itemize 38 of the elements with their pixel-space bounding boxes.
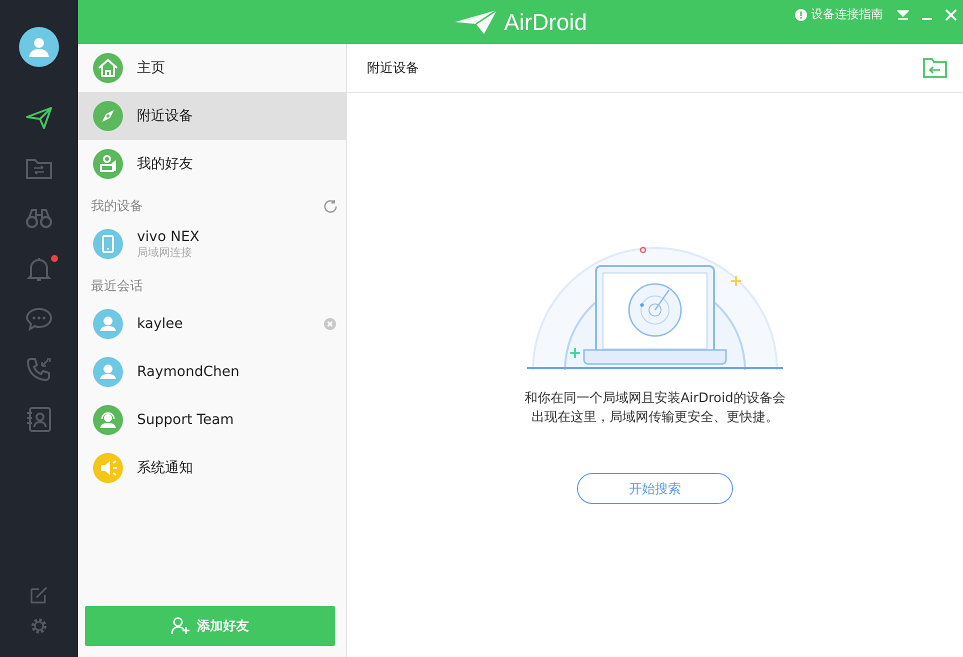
- person-icon: [27, 35, 51, 59]
- refresh-icon[interactable]: [323, 198, 338, 214]
- avatar[interactable]: [19, 27, 59, 67]
- app-title: AirDroid: [504, 8, 588, 36]
- person-icon: [93, 309, 123, 339]
- person-icon: [93, 357, 123, 387]
- phone-icon[interactable]: [25, 355, 53, 383]
- chat-item[interactable]: Support Team: [78, 396, 346, 444]
- nav-item[interactable]: 我的好友: [78, 140, 346, 188]
- settings-icon[interactable]: [29, 616, 49, 636]
- page-title: 附近设备: [367, 60, 419, 77]
- phone-icon: [93, 229, 123, 259]
- home-icon: [93, 53, 123, 83]
- folder-back-icon[interactable]: [923, 58, 947, 78]
- bell-icon[interactable]: [25, 255, 53, 283]
- paper-plane-icon: [454, 9, 498, 35]
- chat-item[interactable]: RaymondChen: [78, 348, 346, 396]
- edit-icon[interactable]: [29, 584, 49, 604]
- headset-icon: [93, 405, 123, 435]
- section-title: 我的设备: [91, 198, 143, 215]
- device-item[interactable]: vivo NEX 局域网连接: [78, 220, 346, 268]
- close-icon[interactable]: [324, 318, 336, 330]
- section-title: 最近会话: [91, 278, 143, 295]
- device-status: 局域网连接: [137, 244, 193, 260]
- device-name: vivo NEX: [137, 228, 200, 244]
- dropdown-icon[interactable]: [897, 8, 909, 20]
- nav-item[interactable]: 主页: [78, 44, 346, 92]
- chat-item[interactable]: 系统通知: [78, 444, 346, 492]
- compass-icon: [93, 101, 123, 131]
- description-text: 和你在同一个局域网且安装AirDroid的设备会 出现在这里，局域网传输更安全、更快捷。: [524, 390, 786, 427]
- add-person-icon: [171, 617, 191, 635]
- chat-item[interactable]: kaylee: [78, 300, 346, 348]
- contacts-icon[interactable]: [25, 405, 53, 433]
- close-icon[interactable]: [945, 8, 957, 20]
- nav-item[interactable]: 附近设备: [78, 92, 346, 140]
- chat-icon[interactable]: [25, 305, 53, 333]
- speaker-icon: [93, 453, 123, 483]
- info-icon: [795, 8, 807, 20]
